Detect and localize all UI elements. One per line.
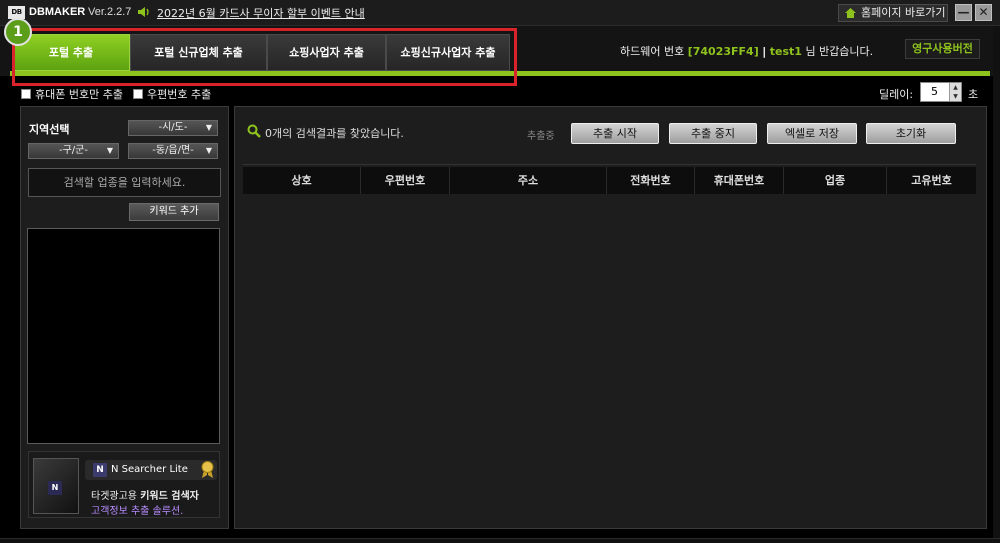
dong-select[interactable]: -동/읍/면- ▼ <box>128 143 218 159</box>
tab-shopping-new-business[interactable]: 쇼핑신규사업자 추출 <box>386 34 510 71</box>
product-box-logo: N <box>48 481 62 495</box>
tab-portal-new-business[interactable]: 포털 신규업체 추출 <box>130 34 267 71</box>
delay-unit: 초 <box>968 88 979 101</box>
delay-value[interactable]: 5 <box>931 85 938 98</box>
add-keyword-button[interactable]: 키워드 추가 <box>129 203 219 221</box>
mobile-only-checkbox[interactable]: 휴대폰 번호만 추출 <box>21 86 123 102</box>
gugun-select[interactable]: -구/군- ▼ <box>28 143 119 159</box>
column-header[interactable]: 업종 <box>784 167 887 194</box>
mobile-only-label: 휴대폰 번호만 추출 <box>35 88 123 101</box>
grid-separator <box>243 164 976 165</box>
result-count: 0개의 검색결과를 찾았습니다. <box>265 127 404 140</box>
tab-underline <box>10 71 990 76</box>
homepage-button-label: 홈페이지 바로가기 <box>861 6 946 19</box>
ad-tagline-prefix: 타겟광고용 <box>91 491 141 502</box>
ad-brand-name: N Searcher Lite <box>111 464 188 475</box>
delay-label: 딜레이: <box>879 88 914 101</box>
delay-spinner[interactable]: 5 ▲ ▼ <box>920 82 962 102</box>
checkbox-box[interactable] <box>21 89 31 99</box>
reset-button[interactable]: 초기화 <box>866 123 956 144</box>
event-notice-link[interactable]: 2022년 6월 카드사 무이자 할부 이벤트 안내 <box>157 5 365 21</box>
ad-subline: 고객정보 추출 솔루션. <box>91 506 184 517</box>
region-title: 지역선택 <box>29 123 70 136</box>
app-name: DBMAKER <box>29 6 86 18</box>
sido-select[interactable]: -시/도- ▼ <box>128 120 218 136</box>
extract-status: 추출중 <box>527 131 555 142</box>
start-extract-button[interactable]: 추출 시작 <box>571 123 659 144</box>
checkbox-box[interactable] <box>133 89 143 99</box>
product-box-image: N <box>33 458 79 514</box>
ad-brand-row: N N Searcher Lite <box>85 460 217 480</box>
close-button[interactable]: ✕ <box>975 4 992 21</box>
postcode-checkbox[interactable]: 우편번호 추출 <box>133 86 211 102</box>
gugun-value: -구/군- <box>59 145 88 156</box>
nsearcher-logo-icon: N <box>93 463 107 477</box>
spin-down-icon[interactable]: ▼ <box>950 92 961 101</box>
column-header[interactable]: 전화번호 <box>607 167 695 194</box>
spin-up-icon[interactable]: ▲ <box>950 83 961 92</box>
license-badge: 영구사용버전 <box>905 39 980 59</box>
step-badge: 1 <box>4 18 32 46</box>
tab-shopping-business[interactable]: 쇼핑사업자 추출 <box>267 34 386 71</box>
username: test1 <box>769 45 802 58</box>
search-icon <box>247 124 261 138</box>
hw-separator: | <box>762 45 767 58</box>
speaker-icon <box>138 7 149 17</box>
hw-label: 하드웨어 번호 <box>620 45 685 58</box>
results-table-header: 상호 우편번호 주소 전화번호 휴대폰번호 업종 고유번호 <box>243 167 976 194</box>
save-excel-button[interactable]: 엑셀로 저장 <box>767 123 857 144</box>
window-bottom-edge <box>0 538 1000 543</box>
greeting: 님 반갑습니다. <box>805 45 874 58</box>
minimize-button[interactable]: — <box>955 4 972 21</box>
postcode-label: 우편번호 추출 <box>147 88 212 101</box>
sido-value: -시/도- <box>158 122 188 133</box>
spin-buttons[interactable]: ▲ ▼ <box>949 83 961 101</box>
homepage-button[interactable]: 홈페이지 바로가기 <box>838 4 948 22</box>
ad-tagline: 타겟광고용 키워드 검색자 <box>91 487 199 502</box>
hw-id: [74023FF4] <box>687 45 759 58</box>
column-header[interactable]: 상호 <box>243 167 361 194</box>
ad-tagline-bold: 키워드 검색자 <box>140 491 199 502</box>
dong-value: -동/읍/면- <box>152 145 194 156</box>
chevron-down-icon: ▼ <box>205 123 212 132</box>
chevron-down-icon: ▼ <box>205 146 212 155</box>
column-header[interactable]: 주소 <box>450 167 607 194</box>
column-header[interactable]: 고유번호 <box>887 167 976 194</box>
medal-icon <box>201 461 214 478</box>
home-icon <box>845 8 856 18</box>
column-header[interactable]: 휴대폰번호 <box>695 167 784 194</box>
app-version: Ver.2.2.7 <box>88 6 132 18</box>
nsearcher-ad-banner[interactable]: N N N Searcher Lite 타겟광고용 키워드 검색자 고객정보 추… <box>28 451 220 518</box>
keyword-input[interactable]: 검색할 업종을 입력하세요. <box>28 168 221 197</box>
hardware-info: 하드웨어 번호 [74023FF4] | test1 님 반갑습니다. <box>620 43 873 59</box>
window-edge <box>993 26 1000 543</box>
column-header[interactable]: 우편번호 <box>361 167 450 194</box>
title-bar: DB DBMAKER Ver.2.2.7 2022년 6월 카드사 무이자 할부… <box>0 0 1000 26</box>
stop-extract-button[interactable]: 추출 중지 <box>669 123 757 144</box>
keyword-list[interactable] <box>27 228 220 444</box>
chevron-down-icon: ▼ <box>106 146 113 155</box>
